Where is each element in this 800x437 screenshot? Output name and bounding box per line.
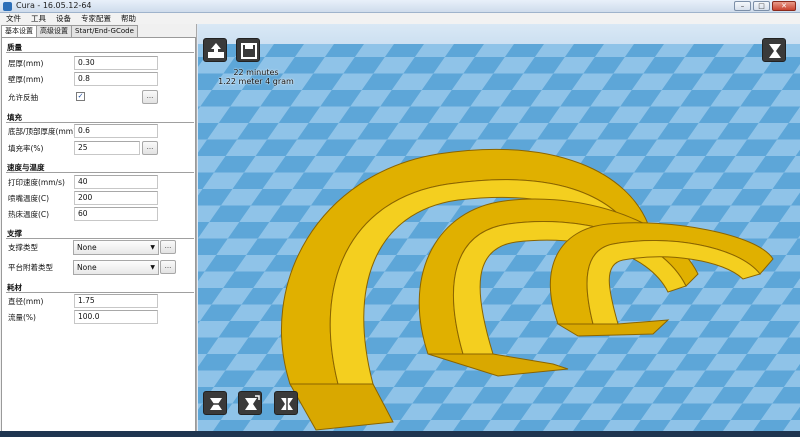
row-platform-adhesion: 平台附着类型 None ▼ ... — [2, 260, 197, 275]
row-nozzle-temp: 喷嘴温度(C) 200 — [2, 191, 197, 205]
nozzle-temp-input[interactable]: 200 — [74, 191, 158, 205]
window-controls: – □ ✕ — [734, 1, 796, 11]
row-top-bottom: 底部/顶部厚度(mm) 0.6 — [2, 124, 197, 138]
nozzle-temp-label: 喷嘴温度(C) — [8, 194, 50, 203]
row-wall-thickness: 壁厚(mm) 0.8 — [2, 72, 197, 86]
support-type-label: 支撑类型 — [8, 243, 38, 252]
scale-button[interactable] — [238, 391, 262, 415]
row-bed-temp: 热床温度(C) 60 — [2, 207, 197, 221]
layer-height-input[interactable]: 0.30 — [74, 56, 158, 70]
flow-input[interactable]: 100.0 — [74, 310, 158, 324]
mirror-button[interactable] — [274, 391, 298, 415]
diameter-label: 直径(mm) — [8, 297, 44, 306]
diameter-input[interactable]: 1.75 — [74, 294, 158, 308]
save-toolpath-icon — [241, 43, 257, 59]
window-titlebar: Cura - 16.05.12-64 – □ ✕ — [0, 0, 800, 13]
maximize-button[interactable]: □ — [753, 1, 770, 11]
fill-density-input[interactable]: 25 — [74, 141, 140, 155]
wall-thickness-label: 壁厚(mm) — [8, 75, 44, 84]
load-model-button[interactable] — [203, 38, 227, 62]
view-mode-icon — [769, 44, 781, 58]
row-print-speed: 打印速度(mm/s) 40 — [2, 175, 197, 189]
save-toolpath-button[interactable] — [236, 38, 260, 62]
support-type-select[interactable]: None ▼ — [73, 240, 159, 255]
tab-start-end-gcode[interactable]: Start/End-GCode — [71, 25, 138, 37]
row-layer-height: 层厚(mm) 0.30 — [2, 56, 197, 70]
row-retraction: 允许反抽 ✓ ... — [2, 90, 197, 104]
top-bottom-input[interactable]: 0.6 — [74, 124, 158, 138]
print-time: 22 minutes — [233, 68, 279, 77]
menu-help[interactable]: 帮助 — [119, 13, 138, 24]
menu-tools[interactable]: 工具 — [29, 13, 48, 24]
rotate-icon — [210, 398, 222, 410]
row-fill-density: 填充率(%) 25 ... — [2, 141, 197, 155]
print-speed-input[interactable]: 40 — [74, 175, 158, 189]
row-diameter: 直径(mm) 1.75 — [2, 294, 197, 308]
bed-temp-input[interactable]: 60 — [74, 207, 158, 221]
mirror-icon — [281, 395, 293, 413]
load-model-icon — [208, 43, 224, 58]
fill-density-label: 填充率(%) — [8, 144, 44, 153]
settings-tabs: 基本设置 高级设置 Start/End-GCode — [1, 25, 138, 38]
flow-label: 流量(%) — [8, 313, 36, 322]
row-flow: 流量(%) 100.0 — [2, 310, 197, 324]
layer-height-label: 层厚(mm) — [8, 59, 44, 68]
settings-panel: 基本设置 高级设置 Start/End-GCode 质量 层厚(mm) 0.30… — [0, 24, 197, 437]
chevron-down-icon: ▼ — [150, 244, 155, 251]
menu-file[interactable]: 文件 — [4, 13, 23, 24]
menu-machine[interactable]: 设备 — [54, 13, 73, 24]
print-estimate: 22 minutes 1.22 meter 4 gram — [214, 68, 298, 86]
platform-adhesion-label: 平台附着类型 — [8, 263, 53, 272]
row-support-type: 支撑类型 None ▼ ... — [2, 240, 197, 255]
scale-icon — [245, 395, 260, 410]
rotate-button[interactable] — [203, 391, 227, 415]
menubar: 文件 工具 设备 专家配置 帮助 — [0, 13, 800, 24]
support-type-value: None — [77, 243, 97, 252]
divider — [6, 172, 194, 173]
settings-body: 质量 层厚(mm) 0.30 壁厚(mm) 0.8 允许反抽 ✓ ... 填充 … — [1, 37, 196, 437]
view-mode-button[interactable] — [762, 38, 786, 62]
print-material: 1.22 meter 4 gram — [218, 77, 294, 86]
minimize-button[interactable]: – — [734, 1, 751, 11]
wall-thickness-input[interactable]: 0.8 — [74, 72, 158, 86]
chevron-down-icon: ▼ — [150, 264, 155, 271]
platform-adhesion-value: None — [77, 263, 97, 272]
platform-adhesion-select[interactable]: None ▼ — [73, 260, 159, 275]
print-speed-label: 打印速度(mm/s) — [8, 178, 65, 187]
top-bottom-label: 底部/顶部厚度(mm) — [8, 127, 76, 136]
fill-settings-button[interactable]: ... — [142, 141, 158, 155]
tab-advanced[interactable]: 高级设置 — [36, 25, 72, 37]
divider — [6, 122, 194, 123]
taskbar — [0, 431, 800, 437]
retraction-settings-button[interactable]: ... — [142, 90, 158, 104]
retraction-label: 允许反抽 — [8, 93, 38, 102]
divider — [6, 292, 194, 293]
3d-viewport[interactable]: 22 minutes 1.22 meter 4 gram — [198, 24, 800, 437]
support-settings-button[interactable]: ... — [160, 240, 176, 254]
window-title: Cura - 16.05.12-64 — [16, 1, 92, 10]
divider — [6, 52, 194, 53]
bed-temp-label: 热床温度(C) — [8, 210, 50, 219]
adhesion-settings-button[interactable]: ... — [160, 260, 176, 274]
menu-expert[interactable]: 专家配置 — [79, 13, 113, 24]
retraction-checkbox[interactable]: ✓ — [76, 92, 85, 101]
divider — [6, 238, 194, 239]
cura-app-icon — [3, 2, 12, 11]
close-button[interactable]: ✕ — [772, 1, 796, 11]
